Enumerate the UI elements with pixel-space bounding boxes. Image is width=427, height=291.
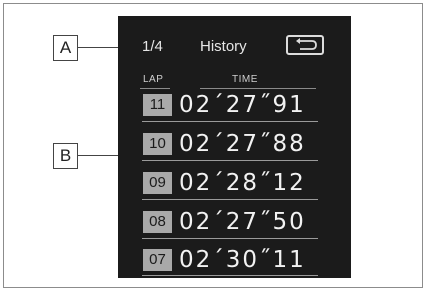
lap-time: 02´27˝91	[179, 92, 306, 118]
row-divider	[142, 238, 318, 239]
lap-number-badge: 08	[143, 211, 172, 233]
return-arrow-icon	[296, 38, 317, 50]
lap-number-badge: 10	[143, 133, 172, 155]
row-divider	[142, 199, 318, 200]
lap-number-badge: 11	[143, 94, 172, 116]
lap-number-badge: 07	[143, 249, 172, 271]
row-divider	[142, 121, 318, 122]
callout-b-leader	[78, 155, 120, 156]
lap-column-header: LAP	[143, 74, 164, 85]
page-indicator: 1/4	[142, 38, 163, 55]
page-title: History	[200, 38, 247, 55]
time-column-header: TIME	[232, 74, 258, 85]
lap-time: 02´30˝11	[179, 247, 306, 273]
time-header-underline	[200, 88, 316, 89]
back-button[interactable]	[286, 35, 324, 55]
callout-b-label: B	[59, 146, 72, 165]
lap-time: 02´28˝12	[179, 170, 306, 196]
callout-a-label: A	[59, 38, 72, 57]
lap-time: 02´27˝88	[179, 131, 306, 157]
row-divider	[142, 275, 318, 276]
callout-a: A	[53, 35, 78, 61]
lap-time: 02´27˝50	[179, 209, 306, 235]
lap-number-badge: 09	[143, 172, 172, 194]
row-divider	[142, 160, 318, 161]
callout-b: B	[53, 143, 78, 169]
lap-header-underline	[140, 88, 170, 89]
